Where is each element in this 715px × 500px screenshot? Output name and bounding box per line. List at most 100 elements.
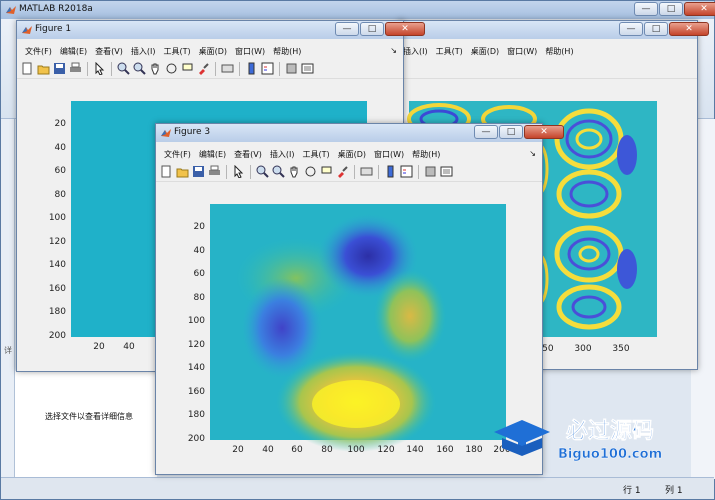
figure-1-title: Figure 1 <box>35 24 72 34</box>
maximize-button[interactable]: □ <box>644 22 668 36</box>
figure-2-menubar: 插入(I) 工具(T) 桌面(D) 窗口(W) 帮助(H) <box>399 43 697 59</box>
pan-icon[interactable] <box>149 62 162 75</box>
save-icon[interactable] <box>192 165 205 178</box>
maximize-button[interactable]: □ <box>360 22 384 36</box>
col-value: 1 <box>676 486 683 496</box>
hide-tools-icon[interactable] <box>285 62 298 75</box>
minimize-button[interactable]: — <box>474 125 498 139</box>
y-tick-label: 60 <box>194 269 206 279</box>
menu-window[interactable]: 窗口(W) <box>372 146 410 162</box>
menu-tools[interactable]: 工具(T) <box>434 43 469 59</box>
y-tick-label: 160 <box>188 387 205 397</box>
legend-icon[interactable] <box>261 62 274 75</box>
x-tick-label: 80 <box>321 445 333 455</box>
rotate-icon[interactable] <box>304 165 317 178</box>
save-icon[interactable] <box>53 62 66 75</box>
pan-icon[interactable] <box>288 165 301 178</box>
surface-peak-core <box>312 380 400 428</box>
toolbar-separator <box>418 164 419 179</box>
dock-tools-icon[interactable] <box>301 62 314 75</box>
watermark-logo: 必过源码 Biguo100.com <box>494 418 662 462</box>
maximize-button[interactable]: □ <box>659 2 683 16</box>
zoom-out-icon[interactable] <box>133 62 146 75</box>
figure-1-titlebar: Figure 1 — □ ✕ <box>17 21 425 39</box>
rotate-icon[interactable] <box>165 62 178 75</box>
x-tick-label: 100 <box>347 445 364 455</box>
close-button[interactable]: ✕ <box>669 22 709 36</box>
figure-3-title: Figure 3 <box>174 127 211 137</box>
menu-view[interactable]: 查看(V) <box>93 43 129 59</box>
pointer-icon[interactable] <box>232 164 245 179</box>
menu-window[interactable]: 窗口(W) <box>505 43 543 59</box>
menu-insert[interactable]: 插入(I) <box>129 43 162 59</box>
dock-icon[interactable]: ↘ <box>388 43 403 59</box>
status-col: 列 1 <box>665 483 683 496</box>
toolbar-separator <box>354 164 355 179</box>
new-file-icon[interactable] <box>160 165 173 178</box>
figure-2-x-ticks: 250 300 350 <box>536 344 629 354</box>
menu-file[interactable]: 文件(F) <box>162 146 197 162</box>
brush-icon[interactable] <box>336 165 349 178</box>
brush-icon[interactable] <box>197 62 210 75</box>
y-tick-label: 40 <box>194 246 206 256</box>
close-button[interactable]: ✕ <box>524 125 564 139</box>
menu-help[interactable]: 帮助(H) <box>271 43 307 59</box>
minimize-button[interactable]: — <box>335 22 359 36</box>
y-tick-label: 20 <box>194 222 206 232</box>
figure-3-axes <box>210 204 506 452</box>
menu-edit[interactable]: 编辑(E) <box>197 146 232 162</box>
zoom-out-icon[interactable] <box>272 165 285 178</box>
data-cursor-icon[interactable] <box>181 62 194 75</box>
legend-icon[interactable] <box>400 165 413 178</box>
menu-file[interactable]: 文件(F) <box>23 43 58 59</box>
menu-help[interactable]: 帮助(H) <box>410 146 446 162</box>
menu-edit[interactable]: 编辑(E) <box>58 43 93 59</box>
y-tick-label: 120 <box>188 340 205 350</box>
data-cursor-icon[interactable] <box>320 165 333 178</box>
menu-tools[interactable]: 工具(T) <box>300 146 335 162</box>
toolbar-separator <box>226 164 227 179</box>
hide-tools-icon[interactable] <box>424 165 437 178</box>
pointer-icon[interactable] <box>93 61 106 76</box>
figure-3-toolbar <box>156 162 542 182</box>
menu-desktop[interactable]: 桌面(D) <box>469 43 505 59</box>
maximize-button[interactable]: □ <box>499 125 523 139</box>
menu-desktop[interactable]: 桌面(D) <box>336 146 372 162</box>
close-button[interactable]: ✕ <box>684 2 715 16</box>
zoom-in-icon[interactable] <box>256 165 269 178</box>
toolbar-separator <box>239 61 240 76</box>
link-icon[interactable] <box>221 62 234 75</box>
open-icon[interactable] <box>37 62 50 75</box>
print-icon[interactable] <box>208 165 221 178</box>
new-file-icon[interactable] <box>21 62 34 75</box>
menu-help[interactable]: 帮助(H) <box>543 43 579 59</box>
y-tick-label: 80 <box>55 190 67 200</box>
close-button[interactable]: ✕ <box>385 22 425 36</box>
x-tick-label: 300 <box>574 344 591 354</box>
y-tick-label: 100 <box>49 213 66 223</box>
x-tick-label: 20 <box>93 342 105 352</box>
menu-desktop[interactable]: 桌面(D) <box>197 43 233 59</box>
open-icon[interactable] <box>176 165 189 178</box>
x-tick-label: 40 <box>262 445 274 455</box>
colorbar-icon[interactable] <box>384 165 397 178</box>
zoom-in-icon[interactable] <box>117 62 130 75</box>
matlab-logo-icon <box>6 6 16 14</box>
menu-insert[interactable]: 插入(I) <box>268 146 301 162</box>
x-tick-label: 160 <box>436 445 453 455</box>
minimize-button[interactable]: — <box>619 22 643 36</box>
dock-icon[interactable]: ↘ <box>527 146 542 162</box>
y-tick-label: 180 <box>188 410 205 420</box>
menu-insert[interactable]: 插入(I) <box>401 43 434 59</box>
print-icon[interactable] <box>69 62 82 75</box>
menu-window[interactable]: 窗口(W) <box>233 43 271 59</box>
dock-tools-icon[interactable] <box>440 165 453 178</box>
menu-view[interactable]: 查看(V) <box>232 146 268 162</box>
x-tick-label: 140 <box>406 445 423 455</box>
y-tick-label: 20 <box>55 119 67 129</box>
x-tick-label: 20 <box>232 445 244 455</box>
colorbar-icon[interactable] <box>245 62 258 75</box>
minimize-button[interactable]: — <box>634 2 658 16</box>
menu-tools[interactable]: 工具(T) <box>161 43 196 59</box>
link-icon[interactable] <box>360 165 373 178</box>
